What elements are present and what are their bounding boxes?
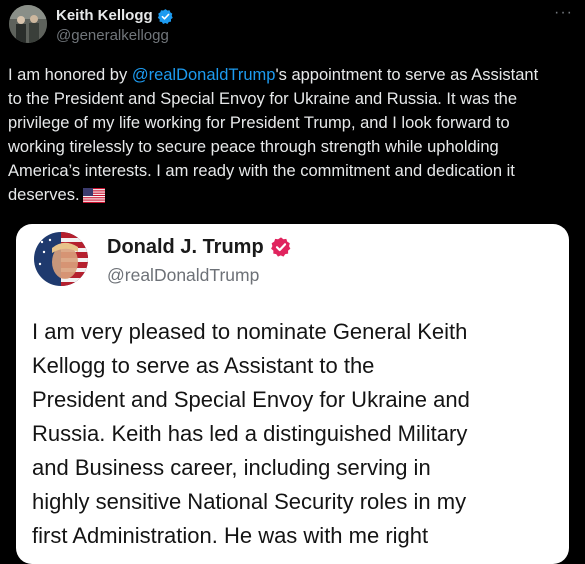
quoted-line: and Business career, including serving i… xyxy=(32,455,431,480)
verified-badge-icon xyxy=(270,237,291,257)
author-name[interactable]: Keith Kellogg xyxy=(56,7,174,25)
us-flag-icon xyxy=(82,188,105,203)
tweet-line-text: 's appointment to serve as Assistant xyxy=(275,66,539,84)
quoted-author-handle[interactable]: @realDonaldTrump xyxy=(107,264,259,286)
tweet-line: I am honored by @realDonaldTrump's appoi… xyxy=(8,63,576,87)
tweet-line: working tirelessly to secure peace throu… xyxy=(8,138,499,156)
quoted-line: first Administration. He was with me rig… xyxy=(32,523,429,548)
quoted-line: I am very pleased to nominate General Ke… xyxy=(32,319,468,344)
author-handle[interactable]: @generalkellogg xyxy=(56,27,169,45)
more-options-button[interactable]: ··· xyxy=(554,4,573,22)
tweet-line-text: deserves. xyxy=(8,186,80,204)
quoted-line: highly sensitive National Security roles… xyxy=(32,489,467,514)
tweet-line: America’s interests. I am ready with the… xyxy=(8,162,515,180)
tweet-text: I am honored by @realDonaldTrump's appoi… xyxy=(8,63,576,207)
tweet-line: deserves. xyxy=(8,183,576,207)
quoted-line: Russia. Keith has led a distinguished Mi… xyxy=(32,421,468,446)
tweet-line-text: I am honored by xyxy=(8,66,132,84)
quoted-author-name-text[interactable]: Donald J. Trump xyxy=(107,235,264,259)
tweet-line: to the President and Special Envoy for U… xyxy=(8,90,518,108)
quoted-post-text: I am very pleased to nominate General Ke… xyxy=(32,315,562,553)
tweet-line: privilege of my life working for Preside… xyxy=(8,114,510,132)
mention-link[interactable]: @realDonaldTrump xyxy=(132,66,276,84)
quoted-avatar[interactable] xyxy=(34,232,88,286)
quoted-line: Kellogg to serve as Assistant to the xyxy=(32,353,375,378)
author-avatar[interactable] xyxy=(9,5,47,43)
quoted-author-name[interactable]: Donald J. Trump xyxy=(107,235,292,259)
quoted-line: President and Special Envoy for Ukraine … xyxy=(32,387,470,412)
verified-badge-icon xyxy=(157,8,173,24)
author-name-text[interactable]: Keith Kellogg xyxy=(56,7,153,25)
quoted-post-card[interactable]: Donald J. Trump @realDonaldTrump I am ve… xyxy=(16,224,569,564)
